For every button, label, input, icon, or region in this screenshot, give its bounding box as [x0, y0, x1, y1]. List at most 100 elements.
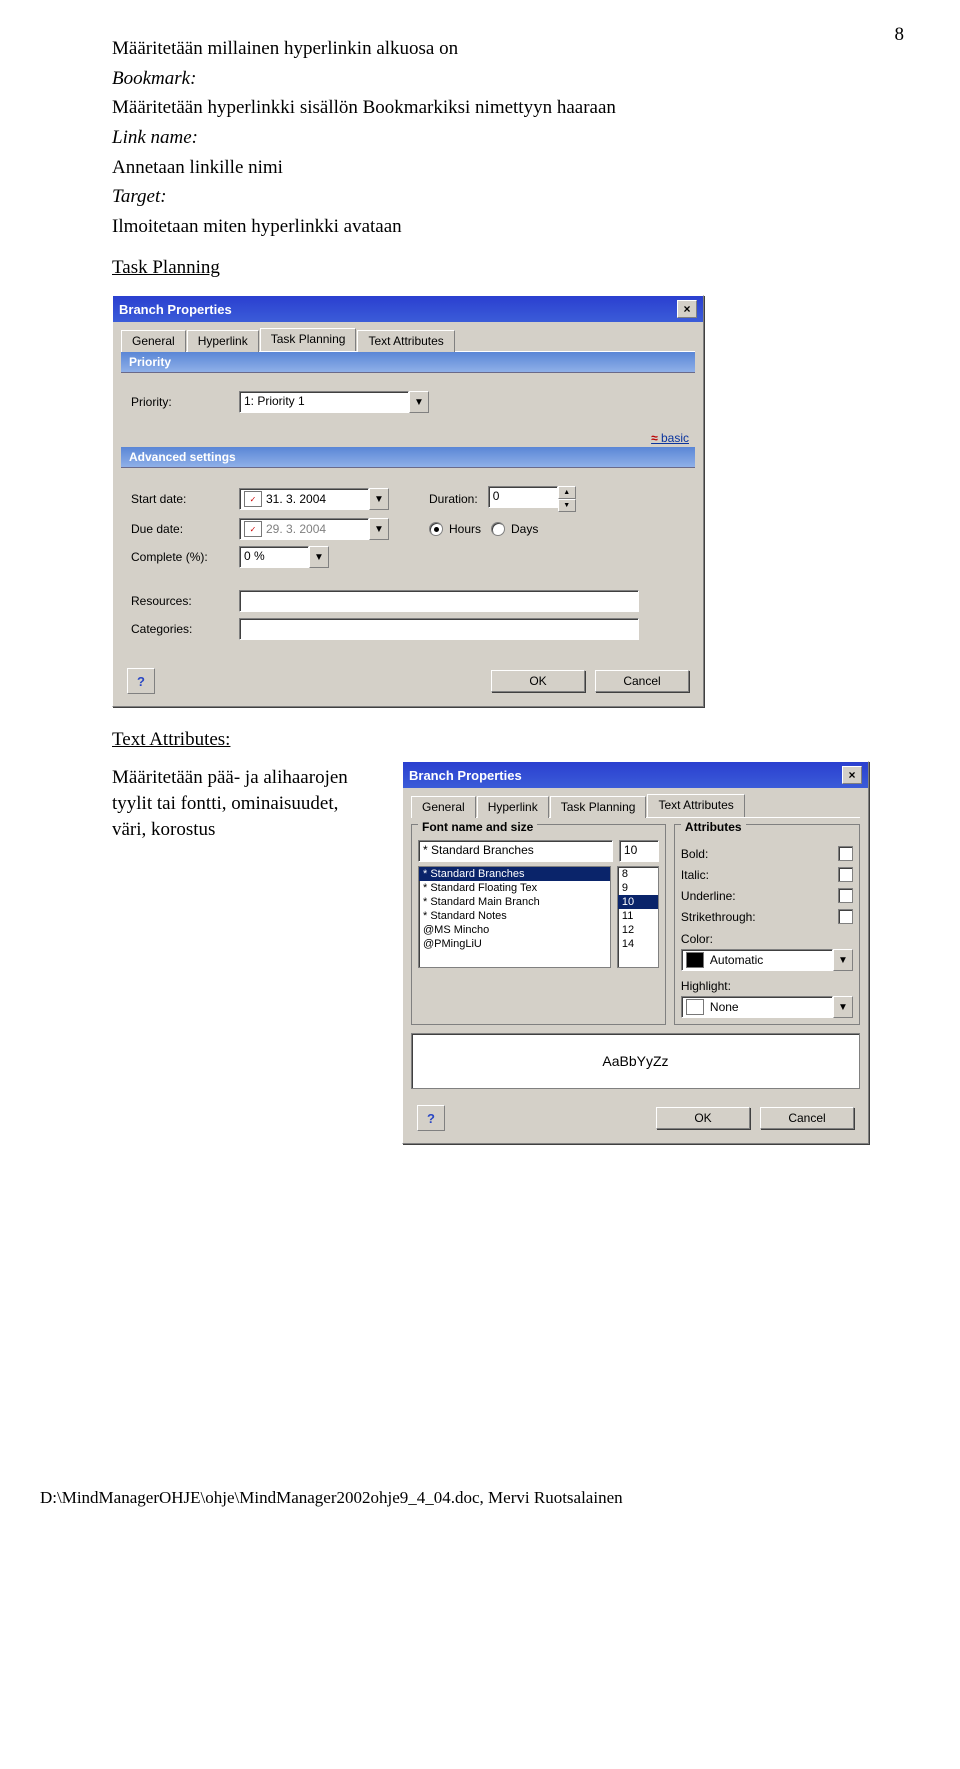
font-size-listbox[interactable]: 8 9 10 11 12 14: [617, 866, 659, 968]
font-size-input[interactable]: 10: [619, 840, 659, 862]
list-item[interactable]: @MS Mincho: [419, 923, 610, 937]
chevron-down-icon[interactable]: ▼: [309, 546, 329, 568]
list-item[interactable]: 14: [618, 937, 658, 951]
list-item[interactable]: 11: [618, 909, 658, 923]
categories-input[interactable]: [239, 618, 639, 640]
underline-checkbox[interactable]: [838, 888, 853, 903]
font-name-input[interactable]: * Standard Branches: [418, 840, 613, 862]
list-item[interactable]: * Standard Floating Tex: [419, 881, 610, 895]
spin-up-icon[interactable]: ▲: [558, 486, 576, 499]
duration-label: Duration:: [429, 492, 478, 506]
list-item[interactable]: * Standard Notes: [419, 909, 610, 923]
highlight-combo[interactable]: None ▼: [681, 996, 853, 1018]
duration-value[interactable]: 0: [488, 486, 558, 508]
strike-checkbox[interactable]: [838, 909, 853, 924]
basic-toggle-link[interactable]: basic: [113, 431, 703, 447]
due-date-field[interactable]: 29. 3. 2004 ▼: [239, 518, 389, 540]
font-preview: AaBbYyZz: [411, 1033, 860, 1089]
complete-combo[interactable]: 0 % ▼: [239, 546, 329, 568]
complete-label: Complete (%):: [131, 550, 229, 564]
advanced-group-title: Advanced settings: [121, 447, 695, 468]
dialog1-titlebar: Branch Properties ×: [113, 296, 703, 322]
cancel-button[interactable]: Cancel: [760, 1107, 854, 1129]
resources-input[interactable]: [239, 590, 639, 612]
radio-days[interactable]: [491, 522, 505, 536]
dialog2-tabstrip: General Hyperlink Task Planning Text Att…: [403, 788, 868, 817]
strike-label: Strikethrough:: [681, 910, 756, 924]
ok-button[interactable]: OK: [491, 670, 585, 692]
help-icon[interactable]: ?: [417, 1105, 445, 1131]
body-p3: Määritetään hyperlinkki sisällön Bookmar…: [112, 95, 920, 121]
chevron-down-icon[interactable]: ▼: [369, 518, 389, 540]
list-item[interactable]: 8: [618, 867, 658, 881]
cancel-button[interactable]: Cancel: [595, 670, 689, 692]
spin-down-icon[interactable]: ▼: [558, 499, 576, 512]
list-item[interactable]: * Standard Branches: [419, 867, 610, 881]
body-p7: Ilmoitetaan miten hyperlinkki avataan: [112, 214, 920, 240]
close-icon[interactable]: ×: [842, 766, 862, 784]
radio-days-label: Days: [511, 522, 538, 536]
text-attr-description: Määritetään pää- ja alihaarojen tyylit t…: [112, 765, 372, 842]
start-date-value: 31. 3. 2004: [266, 492, 326, 506]
dialog2-title: Branch Properties: [409, 768, 522, 783]
tab-text-attributes[interactable]: Text Attributes: [647, 794, 744, 817]
color-value: Automatic: [710, 953, 763, 967]
list-item[interactable]: 10: [618, 895, 658, 909]
dialog2-titlebar: Branch Properties ×: [403, 762, 868, 788]
color-label: Color:: [681, 932, 853, 946]
attributes-panel: Attributes Bold: Italic: Underline:: [674, 824, 860, 1025]
list-item[interactable]: 9: [618, 881, 658, 895]
radio-hours-wrap[interactable]: Hours: [429, 522, 481, 536]
start-date-field[interactable]: 31. 3. 2004 ▼: [239, 488, 389, 510]
categories-label: Categories:: [131, 622, 229, 636]
highlight-value: None: [710, 1000, 739, 1014]
heading-text-attributes: Text Attributes:: [112, 729, 920, 751]
tab-task-planning[interactable]: Task Planning: [550, 796, 647, 818]
complete-value[interactable]: 0 %: [239, 546, 309, 568]
chevron-down-icon[interactable]: ▼: [833, 996, 853, 1018]
list-item[interactable]: * Standard Main Branch: [419, 895, 610, 909]
color-swatch-icon: [686, 952, 704, 968]
priority-combo[interactable]: 1: Priority 1 ▼: [239, 391, 429, 413]
list-item[interactable]: @PMingLiU: [419, 937, 610, 951]
advanced-group: Start date: 31. 3. 2004 ▼ Duration: 0 ▲ …: [121, 474, 695, 652]
chevron-down-icon[interactable]: ▼: [369, 488, 389, 510]
start-date-label: Start date:: [131, 492, 229, 506]
footer-path: D:\MindManagerOHJE\ohje\MindManager2002o…: [40, 1488, 623, 1508]
heading-task-planning: Task Planning: [112, 257, 920, 279]
calendar-icon: [244, 491, 262, 507]
due-date-value: 29. 3. 2004: [266, 522, 326, 536]
chevron-down-icon[interactable]: ▼: [409, 391, 429, 413]
list-item[interactable]: 12: [618, 923, 658, 937]
close-icon[interactable]: ×: [677, 300, 697, 318]
italic-checkbox[interactable]: [838, 867, 853, 882]
resources-label: Resources:: [131, 594, 229, 608]
branch-properties-dialog-task-planning: Branch Properties × General Hyperlink Ta…: [112, 295, 704, 707]
duration-stepper[interactable]: 0 ▲ ▼: [488, 486, 576, 512]
attributes-panel-title: Attributes: [681, 820, 746, 834]
ok-button[interactable]: OK: [656, 1107, 750, 1129]
dialog2-button-bar: ? OK Cancel: [403, 1095, 868, 1143]
radio-hours[interactable]: [429, 522, 443, 536]
bold-checkbox[interactable]: [838, 846, 853, 861]
priority-value[interactable]: 1: Priority 1: [239, 391, 409, 413]
body-p4-linkname: Link name:: [112, 125, 920, 151]
radio-hours-label: Hours: [449, 522, 481, 536]
tab-general[interactable]: General: [121, 330, 186, 352]
tab-text-attributes[interactable]: Text Attributes: [357, 330, 454, 352]
tab-hyperlink[interactable]: Hyperlink: [187, 330, 259, 352]
help-icon[interactable]: ?: [127, 668, 155, 694]
chevron-down-icon[interactable]: ▼: [833, 949, 853, 971]
underline-label: Underline:: [681, 889, 736, 903]
radio-days-wrap[interactable]: Days: [491, 522, 538, 536]
tab-hyperlink[interactable]: Hyperlink: [477, 796, 549, 818]
branch-properties-dialog-text-attributes: Branch Properties × General Hyperlink Ta…: [402, 761, 869, 1144]
color-swatch-icon: [686, 999, 704, 1015]
priority-group-title: Priority: [121, 352, 695, 373]
font-preview-text: AaBbYyZz: [602, 1053, 668, 1069]
tab-task-planning[interactable]: Task Planning: [260, 328, 357, 351]
font-name-listbox[interactable]: * Standard Branches * Standard Floating …: [418, 866, 611, 968]
color-combo[interactable]: Automatic ▼: [681, 949, 853, 971]
font-panel: Font name and size * Standard Branches 1…: [411, 824, 666, 1025]
tab-general[interactable]: General: [411, 796, 476, 818]
